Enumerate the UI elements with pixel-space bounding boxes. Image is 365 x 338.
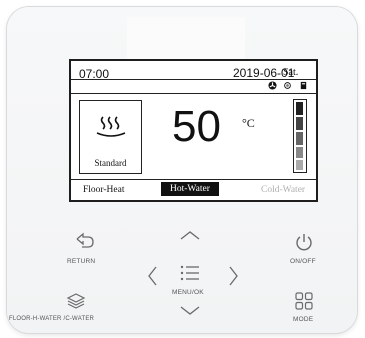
temperature-unit: °C: [242, 116, 255, 130]
tab-hot-water[interactable]: Hot-Water: [161, 182, 219, 196]
up-arrow-button[interactable]: [179, 229, 201, 241]
mode-button[interactable]: MODE: [284, 290, 324, 326]
right-arrow-button[interactable]: [228, 265, 240, 287]
grid-icon: [295, 292, 313, 310]
lcd-screen: 07:00 2019-06-01 Sat. Standard 50 °C Flo…: [69, 59, 318, 202]
panel-sheen: [127, 17, 245, 59]
controller-panel: 07:00 2019-06-01 Sat. Standard 50 °C Flo…: [7, 7, 357, 333]
layers-icon: [66, 293, 86, 309]
level-gauge: [293, 99, 307, 173]
return-label: RETURN: [67, 258, 96, 265]
gauge-segment: [296, 117, 303, 130]
gauge-segment: [296, 160, 303, 170]
menu-ok-label: MENU/OK: [172, 289, 204, 296]
tab-cold-water[interactable]: Cold-Water: [261, 185, 305, 195]
mode-indicator: Standard: [79, 100, 142, 174]
gauge-segment: [296, 147, 303, 158]
mode-label: Standard: [94, 158, 127, 168]
fan-icon: [268, 81, 277, 90]
gauge-segment: [296, 132, 303, 145]
return-button[interactable]: RETURN: [63, 229, 107, 265]
power-button[interactable]: ON/OFF: [282, 229, 326, 265]
gauge-segment: [296, 102, 303, 115]
floor-water-button[interactable]: FLOOR-H-WATER /C-WATER: [7, 290, 117, 326]
power-icon: [296, 234, 312, 251]
mode-button-label: MODE: [293, 316, 314, 323]
tab-floor-heat[interactable]: Floor-Heat: [83, 185, 125, 195]
menu-ok-button[interactable]: MENU/OK: [167, 262, 213, 298]
sun-icon: [284, 82, 291, 89]
temperature-value: 50: [172, 102, 221, 151]
power-label: ON/OFF: [290, 258, 316, 265]
day-text: Sat.: [283, 67, 299, 78]
menu-icon: [180, 265, 199, 281]
status-divider: [71, 93, 316, 94]
floor-water-label: FLOOR-H-WATER /C-WATER: [9, 316, 95, 322]
down-arrow-button[interactable]: [179, 305, 201, 317]
header-divider: [71, 79, 316, 80]
tank-icon: [300, 81, 307, 90]
return-icon: [76, 232, 94, 248]
left-arrow-button[interactable]: [146, 265, 158, 287]
tabs-divider: [71, 179, 316, 180]
heating-icon: [96, 116, 126, 137]
